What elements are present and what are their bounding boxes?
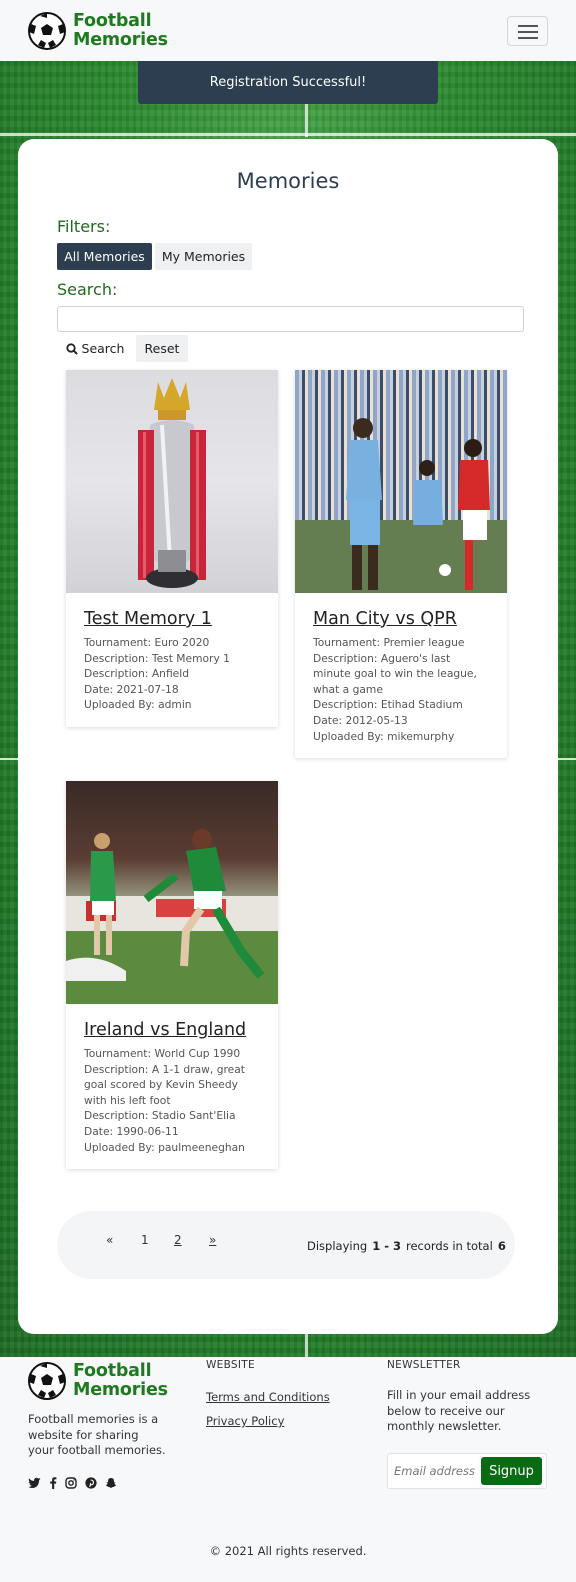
- brand-line-1: Football: [73, 1361, 152, 1381]
- hamburger-icon[interactable]: [507, 16, 548, 46]
- memory-uploader: Uploaded By: paulmeeneghan: [84, 1140, 245, 1154]
- footer-logo[interactable]: Football Memories: [28, 1362, 168, 1400]
- pagination-page[interactable]: 2: [174, 1233, 182, 1247]
- all-memories-button[interactable]: All Memories: [57, 243, 152, 270]
- twitter-icon[interactable]: [28, 1477, 41, 1489]
- memory-image[interactable]: [66, 370, 278, 593]
- memory-card[interactable]: Man City vs QPR Tournament: Premier leag…: [295, 370, 507, 759]
- snapchat-icon[interactable]: [105, 1477, 117, 1489]
- search-button[interactable]: Search: [57, 335, 133, 362]
- memory-description: Description: Test Memory 1: [84, 651, 230, 665]
- email-field[interactable]: [394, 1459, 478, 1483]
- instagram-icon[interactable]: [65, 1477, 77, 1489]
- footer-description: Football memories is a website for shari…: [28, 1412, 166, 1458]
- memory-tournament: Tournament: Premier league: [313, 636, 465, 649]
- filters-label: Filters:: [57, 217, 111, 236]
- memory-title[interactable]: Man City vs QPR: [313, 609, 489, 629]
- my-memories-button[interactable]: My Memories: [155, 243, 252, 270]
- pinterest-icon[interactable]: [85, 1477, 97, 1489]
- memory-description: Description: Aguero's last minute goal t…: [313, 651, 477, 696]
- displaying-label: Displaying: [307, 1239, 368, 1253]
- brand-name: Football Memories: [73, 12, 168, 50]
- copyright: © 2021 All rights reserved.: [209, 1544, 367, 1558]
- football-icon: [28, 1362, 66, 1400]
- memory-date: Date: 1990-06-11: [84, 1124, 179, 1138]
- newsletter-heading: NEWSLETTER: [387, 1359, 461, 1371]
- brand-line-2: Memories: [73, 1380, 168, 1400]
- records-summary: Displaying 1 - 3 records in total 6: [307, 1239, 511, 1253]
- pagination-prev[interactable]: «: [106, 1233, 113, 1247]
- memory-venue: Description: Etihad Stadium: [313, 698, 463, 712]
- navbar: Football Memories: [0, 0, 576, 61]
- memory-date: Date: 2012-05-13: [313, 713, 408, 727]
- memory-date: Date: 2021-07-18: [84, 682, 179, 696]
- memory-card[interactable]: Ireland vs England Tournament: World Cup…: [66, 781, 278, 1170]
- reset-button[interactable]: Reset: [136, 335, 188, 362]
- search-icon: [65, 342, 78, 355]
- memory-card[interactable]: Test Memory 1 Tournament: Euro 2020 Desc…: [66, 370, 278, 727]
- terms-link[interactable]: Terms and Conditions: [206, 1390, 330, 1404]
- search-button-label: Search: [81, 341, 125, 356]
- brand-line-1: Football: [73, 11, 152, 31]
- website-heading: WEBSITE: [206, 1359, 255, 1371]
- privacy-link[interactable]: Privacy Policy: [206, 1414, 284, 1428]
- brand-line-2: Memories: [73, 30, 168, 50]
- pagination: « 1 2 » Displaying 1 - 3 records in total 6: [57, 1211, 515, 1279]
- pagination-next[interactable]: »: [209, 1233, 216, 1247]
- success-alert: Registration Successful!: [138, 61, 438, 104]
- memory-title[interactable]: Ireland vs England: [84, 1020, 260, 1040]
- memory-title[interactable]: Test Memory 1: [84, 609, 260, 629]
- footer: Football Memories Football memories is a…: [0, 1357, 576, 1582]
- memory-tournament: Tournament: World Cup 1990: [84, 1047, 241, 1060]
- football-icon: [28, 12, 66, 50]
- newsletter-text: Fill in your email address below to rece…: [387, 1388, 531, 1434]
- page-title: Memories: [236, 169, 340, 193]
- signup-button[interactable]: Signup: [481, 1457, 542, 1485]
- memory-image[interactable]: [66, 781, 278, 1004]
- brand-logo[interactable]: Football Memories: [28, 12, 168, 50]
- memory-uploader: Uploaded By: mikemurphy: [313, 729, 455, 743]
- pagination-page[interactable]: 1: [141, 1233, 149, 1247]
- search-label: Search:: [57, 280, 118, 299]
- memories-panel: Memories Filters: All Memories My Memori…: [18, 139, 558, 1334]
- memory-tournament: Tournament: Euro 2020: [84, 636, 210, 649]
- records-label: records in total: [405, 1239, 493, 1253]
- footer-brand-name: Football Memories: [73, 1362, 168, 1400]
- facebook-icon[interactable]: [49, 1477, 57, 1489]
- memory-description: Description: A 1-1 draw, great goal scor…: [84, 1062, 245, 1107]
- memory-uploader: Uploaded By: admin: [84, 698, 192, 712]
- records-total: 6: [497, 1239, 506, 1253]
- memory-venue: Description: Anfield: [84, 667, 190, 681]
- records-range: 1 - 3: [372, 1239, 401, 1253]
- memory-image[interactable]: [295, 370, 507, 593]
- memory-venue: Description: Stadio Sant'Elia: [84, 1109, 236, 1123]
- social-links: [28, 1477, 117, 1489]
- search-input[interactable]: [57, 306, 524, 332]
- newsletter-form: Signup: [387, 1453, 547, 1489]
